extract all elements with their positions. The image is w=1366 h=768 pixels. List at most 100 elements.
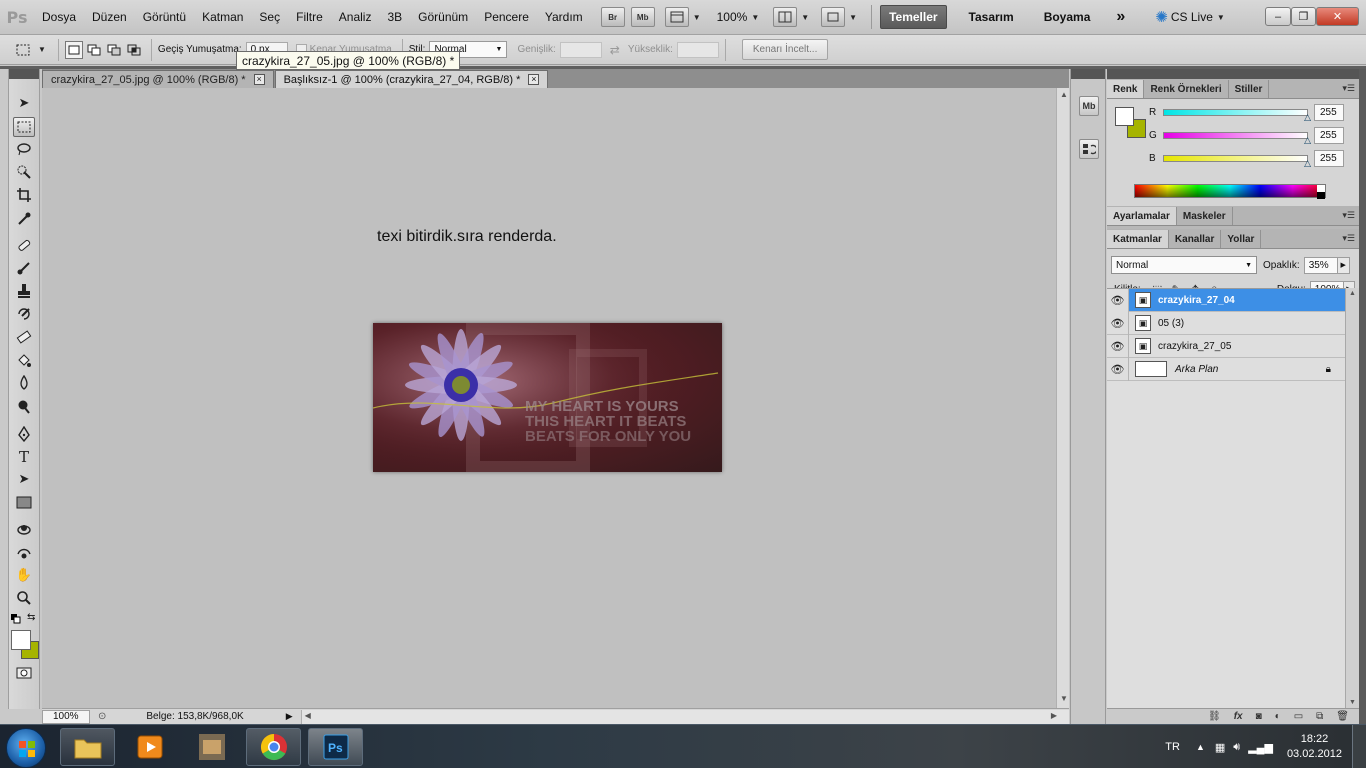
width-input[interactable] xyxy=(559,41,602,58)
menu-filter[interactable]: Filtre xyxy=(288,10,331,24)
swap-dimensions-icon[interactable]: ⇄ xyxy=(610,43,620,57)
scroll-up-icon[interactable]: ▲ xyxy=(1349,290,1356,297)
history-panel-icon[interactable] xyxy=(1079,139,1099,159)
new-selection-icon[interactable] xyxy=(64,40,83,59)
refine-edge-button[interactable]: Kenarı İncelt... xyxy=(741,39,829,60)
status-info-icon[interactable]: ⊙ xyxy=(98,711,106,722)
foreground-color-swatch[interactable] xyxy=(11,630,31,650)
tab-crazykira-27-05[interactable]: crazykira_27_05.jpg @ 100% (RGB/8) * × xyxy=(42,70,274,88)
menu-analysis[interactable]: Analiz xyxy=(331,10,380,24)
tab-adjustments[interactable]: Ayarlamalar xyxy=(1107,207,1177,225)
menu-image[interactable]: Görüntü xyxy=(135,10,194,24)
language-indicator[interactable]: TR xyxy=(1165,741,1180,753)
more-workspaces-button[interactable]: » xyxy=(1108,5,1133,29)
menu-file[interactable]: Dosya xyxy=(34,10,84,24)
group-icon[interactable]: ▭ xyxy=(1294,711,1303,722)
menu-help[interactable]: Yardım xyxy=(537,10,591,24)
menu-window[interactable]: Pencere xyxy=(476,10,537,24)
slider-thumb-icon[interactable]: △ xyxy=(1304,112,1311,123)
document-canvas[interactable]: texi bitirdik.sıra renderda. MY HEART IS… xyxy=(42,88,1056,708)
clock[interactable]: 18:22 03.02.2012 xyxy=(1287,732,1342,762)
black-white-ramp[interactable] xyxy=(1317,185,1325,199)
taskbar-game[interactable] xyxy=(184,728,239,766)
scroll-right-icon[interactable]: ▶ xyxy=(1051,711,1057,720)
layer-row[interactable]: 👁︎ ▣ crazykira_27_05 xyxy=(1107,334,1345,358)
scroll-left-icon[interactable]: ◀ xyxy=(305,711,311,720)
blue-slider[interactable]: △ xyxy=(1163,154,1311,168)
close-icon[interactable]: × xyxy=(528,74,540,85)
opacity-input[interactable]: 35% xyxy=(1303,256,1338,274)
dock-header[interactable] xyxy=(1071,69,1105,79)
close-button[interactable]: ✕ xyxy=(1316,7,1359,26)
workspace-essentials[interactable]: Temeller xyxy=(880,5,947,29)
tab-color[interactable]: Renk xyxy=(1107,80,1145,98)
minimize-button[interactable]: – xyxy=(1265,7,1291,26)
panel-menu-icon[interactable]: ▾☰ xyxy=(1342,83,1355,94)
opacity-slider-icon[interactable]: ▶ xyxy=(1337,256,1350,274)
scroll-down-icon[interactable]: ▼ xyxy=(1060,694,1068,703)
chevron-down-icon[interactable]: ▼ xyxy=(801,13,809,22)
bridge-button[interactable]: Br xyxy=(600,7,625,27)
arrange-documents-button[interactable] xyxy=(773,7,798,27)
layer-row[interactable]: 👁︎ ▣ 05 (3) xyxy=(1107,311,1345,335)
network-icon[interactable]: ▂▄▆ xyxy=(1248,741,1273,754)
menu-edit[interactable]: Düzen xyxy=(84,10,135,24)
zoom-select[interactable]: 100% xyxy=(717,10,748,24)
mini-bridge-panel-icon[interactable]: Mb xyxy=(1079,96,1099,116)
eye-icon[interactable]: 👁︎ xyxy=(1107,288,1129,312)
layers-scrollbar[interactable]: ▲ ▼ xyxy=(1345,288,1359,708)
panel-menu-icon[interactable]: ▾☰ xyxy=(1342,233,1355,244)
intersect-selection-icon[interactable] xyxy=(125,41,143,59)
close-icon[interactable]: × xyxy=(253,74,265,85)
green-value-input[interactable]: 255 xyxy=(1314,126,1344,144)
vertical-scrollbar[interactable]: ▲ ▼ xyxy=(1056,88,1069,708)
workspace-painting[interactable]: Boyama xyxy=(1036,5,1099,29)
color-spectrum-bar[interactable] xyxy=(1134,184,1326,199)
show-hidden-icons-icon[interactable]: ▲ xyxy=(1196,742,1205,752)
marquee-preset-icon[interactable] xyxy=(14,41,32,59)
start-button[interactable] xyxy=(6,728,46,768)
horizontal-scrollbar[interactable]: ◀ ▶ xyxy=(300,709,1069,724)
device-icon[interactable]: ▦ xyxy=(1215,741,1225,754)
chevron-down-icon[interactable]: ▼ xyxy=(849,13,857,22)
artwork-image[interactable]: MY HEART IS YOURS THIS HEART IT BEATS BE… xyxy=(373,323,722,472)
tab-channels[interactable]: Kanallar xyxy=(1169,230,1222,248)
cs-live-menu[interactable]: ✺ CS Live ▼ xyxy=(1155,8,1225,26)
tab-paths[interactable]: Yollar xyxy=(1221,230,1262,248)
panels-header[interactable] xyxy=(1107,69,1359,79)
trash-icon[interactable]: 🗑︎ xyxy=(1336,711,1349,722)
layer-row[interactable]: 👁︎ ▣ crazykira_27_04 xyxy=(1107,288,1345,312)
chevron-down-icon[interactable]: ▼ xyxy=(38,45,46,54)
taskbar-chrome[interactable] xyxy=(246,728,301,766)
link-icon[interactable]: ⛓ xyxy=(1208,711,1221,722)
volume-icon[interactable]: 🔊︎ xyxy=(1233,741,1240,754)
mini-bridge-button[interactable]: Mb xyxy=(630,7,655,27)
scroll-down-icon[interactable]: ▼ xyxy=(1349,699,1356,706)
blue-value-input[interactable]: 255 xyxy=(1314,149,1344,167)
show-desktop-button[interactable] xyxy=(1352,725,1366,768)
status-menu-icon[interactable]: ▶ xyxy=(286,711,293,722)
background-thumb[interactable] xyxy=(1135,361,1167,377)
fx-icon[interactable]: fx xyxy=(1234,711,1243,722)
smart-object-thumb-icon[interactable]: ▣ xyxy=(1135,292,1151,308)
chevron-down-icon[interactable]: ▼ xyxy=(751,13,759,22)
new-layer-icon[interactable]: ⧉ xyxy=(1316,711,1323,722)
panel-menu-icon[interactable]: ▾☰ xyxy=(1342,210,1355,221)
menu-select[interactable]: Seç xyxy=(251,10,288,24)
workspace-design[interactable]: Tasarım xyxy=(961,5,1022,29)
smart-object-thumb-icon[interactable]: ▣ xyxy=(1135,338,1151,354)
add-selection-icon[interactable] xyxy=(85,41,103,59)
layer-row[interactable]: 👁︎ Arka Plan 🔒︎ xyxy=(1107,357,1345,381)
red-value-input[interactable]: 255 xyxy=(1314,103,1344,121)
menu-3d[interactable]: 3B xyxy=(379,10,410,24)
green-slider[interactable]: △ xyxy=(1163,131,1311,145)
height-input[interactable] xyxy=(676,41,719,58)
smart-object-thumb-icon[interactable]: ▣ xyxy=(1135,315,1151,331)
menu-view[interactable]: Görünüm xyxy=(410,10,476,24)
document-size-info[interactable]: Belge: 153,8K/968,0K xyxy=(146,711,243,722)
tab-swatches[interactable]: Renk Örnekleri xyxy=(1144,80,1229,98)
eye-icon[interactable]: 👁︎ xyxy=(1107,334,1129,358)
adjustment-icon[interactable]: ◐ xyxy=(1275,711,1281,722)
color-foreground-swatch[interactable] xyxy=(1115,107,1134,126)
blend-mode-select[interactable]: Normal ▼ xyxy=(1111,256,1257,274)
